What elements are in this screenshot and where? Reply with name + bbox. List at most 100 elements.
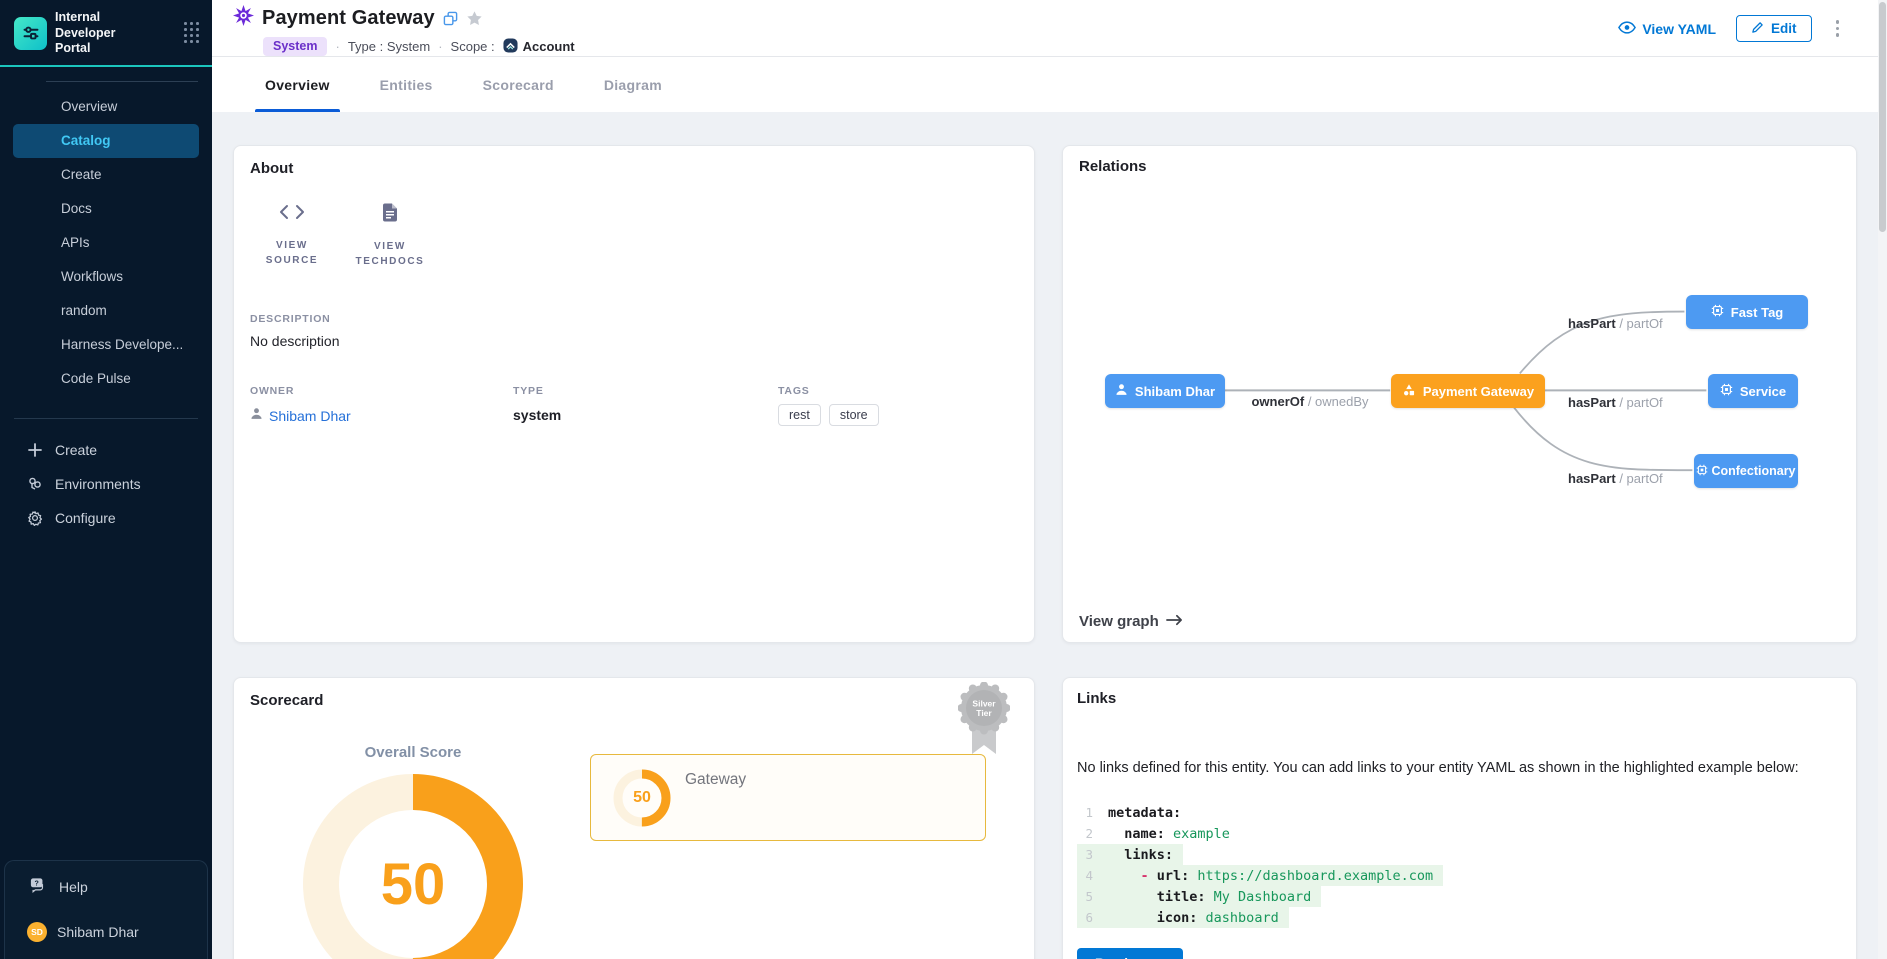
document-icon xyxy=(382,203,398,227)
person-icon xyxy=(1115,383,1128,399)
help-button[interactable]: ? Help xyxy=(5,861,207,896)
sidebar-item-random[interactable]: random xyxy=(13,294,199,328)
line-number: 3 xyxy=(1077,847,1093,862)
main-area: Payment Gateway System · Type : System xyxy=(212,0,1887,959)
sidebar-item-harness-developer[interactable]: Harness Develope... xyxy=(13,328,199,362)
edit-label: Edit xyxy=(1771,21,1797,36)
sidebar-item-code-pulse[interactable]: Code Pulse xyxy=(13,362,199,396)
edge-label-haspart-top: hasPart / partOf xyxy=(1568,316,1663,331)
portal-logo-icon xyxy=(14,17,47,50)
sidebar-configure[interactable]: Configure xyxy=(0,501,212,535)
sidebar-nav: Overview Catalog Create Docs APIs Workfl… xyxy=(0,90,212,396)
sidebar-configure-label: Configure xyxy=(55,510,116,526)
sidebar-divider xyxy=(14,418,198,419)
relation-node-label: Confectionary xyxy=(1711,464,1795,478)
description-label: DESCRIPTION xyxy=(250,313,1018,325)
sidebar-item-docs[interactable]: Docs xyxy=(13,192,199,226)
help-icon: ? xyxy=(29,877,47,896)
overall-score-gauge: 50 xyxy=(303,774,523,959)
apps-grid-icon[interactable] xyxy=(184,22,200,44)
sidebar-environments[interactable]: Environments xyxy=(0,467,212,501)
view-techdocs-button[interactable]: VIEW TECHDOCS xyxy=(354,203,426,269)
chip-icon xyxy=(1720,383,1733,399)
relation-node-payment-gateway[interactable]: Payment Gateway xyxy=(1391,374,1545,408)
scrollbar-thumb[interactable] xyxy=(1879,2,1886,232)
view-source-label: VIEW SOURCE xyxy=(256,238,328,268)
user-name: Shibam Dhar xyxy=(57,924,139,940)
overall-score-label: Overall Score xyxy=(303,744,523,761)
gear-icon xyxy=(26,509,43,526)
nav-top-divider xyxy=(46,81,198,82)
edge-label-haspart-mid: hasPart / partOf xyxy=(1568,395,1663,410)
svg-text:Tier: Tier xyxy=(976,708,992,718)
edge-label-owner: ownerOf / ownedBy xyxy=(1249,394,1371,409)
silver-tier-badge: Silver Tier xyxy=(958,682,1010,765)
arrow-right-icon xyxy=(1166,613,1183,630)
system-entity-icon xyxy=(233,5,254,31)
relation-node-fast-tag[interactable]: Fast Tag xyxy=(1686,295,1808,329)
tab-diagram[interactable]: Diagram xyxy=(594,57,672,112)
sidebar-item-apis[interactable]: APIs xyxy=(13,226,199,260)
line-number: 1 xyxy=(1077,805,1093,820)
relation-node-label: Shibam Dhar xyxy=(1135,384,1215,399)
type-label: TYPE xyxy=(513,385,778,397)
user-menu[interactable]: SD Shibam Dhar xyxy=(5,896,207,942)
edit-button[interactable]: Edit xyxy=(1736,15,1812,42)
view-yaml-label: View YAML xyxy=(1642,21,1716,37)
sidebar-accent-divider xyxy=(0,65,212,67)
tag-chip-rest: rest xyxy=(778,404,821,426)
sidebar: Internal Developer Portal Overview Catal… xyxy=(0,0,212,959)
pencil-icon xyxy=(1751,21,1764,37)
entity-tabs: Overview Entities Scorecard Diagram xyxy=(212,57,1887,112)
view-yaml-button[interactable]: View YAML xyxy=(1618,21,1716,37)
help-label: Help xyxy=(59,879,88,895)
eye-icon xyxy=(1618,21,1636,37)
yaml-example-code: 1 metadata: 2 name: example 3 xyxy=(1077,802,1443,928)
plus-icon xyxy=(26,441,43,458)
tags-field: TAGS rest store xyxy=(778,385,1018,426)
sidebar-item-create[interactable]: Create xyxy=(13,158,199,192)
copy-name-button[interactable] xyxy=(443,11,458,26)
read-more-button[interactable]: Read more xyxy=(1077,948,1183,959)
relation-node-label: Payment Gateway xyxy=(1423,384,1534,399)
gateway-score-gauge: 50 xyxy=(613,769,671,827)
page-title: Payment Gateway xyxy=(262,7,435,30)
line-number: 6 xyxy=(1077,910,1093,925)
sidebar-create-action[interactable]: Create xyxy=(0,433,212,467)
sidebar-bottom-panel: ? Help SD Shibam Dhar xyxy=(4,860,208,959)
links-card: Links No links defined for this entity. … xyxy=(1062,677,1857,959)
view-graph-link[interactable]: View graph xyxy=(1079,613,1183,630)
tab-scorecard[interactable]: Scorecard xyxy=(473,57,564,112)
relation-node-service[interactable]: Service xyxy=(1708,374,1798,408)
chip-icon xyxy=(1696,464,1708,479)
scorecard-item-gateway[interactable]: 50 Gateway xyxy=(590,754,986,841)
more-options-kebab-icon[interactable] xyxy=(1832,16,1844,41)
entity-header: Payment Gateway System · Type : System xyxy=(212,0,1887,57)
relation-node-owner[interactable]: Shibam Dhar xyxy=(1105,374,1225,408)
view-techdocs-label: VIEW TECHDOCS xyxy=(354,239,426,269)
relation-node-confectionary[interactable]: Confectionary xyxy=(1694,454,1798,488)
description-value: No description xyxy=(250,333,1018,349)
overall-score-value: 50 xyxy=(303,774,523,959)
tag-chip-store: store xyxy=(829,404,879,426)
code-line: 6 icon: dashboard xyxy=(1077,907,1443,928)
tags-label: TAGS xyxy=(778,385,1018,397)
sidebar-item-catalog[interactable]: Catalog xyxy=(13,124,199,158)
sidebar-item-overview[interactable]: Overview xyxy=(13,90,199,124)
view-source-button[interactable]: VIEW SOURCE xyxy=(256,203,328,269)
chip-icon xyxy=(1711,304,1724,320)
favorite-star-icon[interactable] xyxy=(466,10,483,27)
person-icon xyxy=(250,407,263,425)
gateway-score-label: Gateway xyxy=(685,771,746,789)
scorecard-card: Scorecard Overall Score 50 xyxy=(233,677,1035,959)
portal-title: Internal Developer Portal xyxy=(55,10,147,57)
sidebar-item-workflows[interactable]: Workflows xyxy=(13,260,199,294)
separator-dot: · xyxy=(335,39,339,54)
relation-node-label: Service xyxy=(1740,384,1786,399)
tab-overview[interactable]: Overview xyxy=(255,57,340,112)
tab-entities[interactable]: Entities xyxy=(370,57,443,112)
relation-node-label: Fast Tag xyxy=(1731,305,1784,320)
account-scope-icon xyxy=(503,38,518,56)
owner-link[interactable]: Shibam Dhar xyxy=(269,408,351,424)
system-shapes-icon xyxy=(1402,383,1416,400)
